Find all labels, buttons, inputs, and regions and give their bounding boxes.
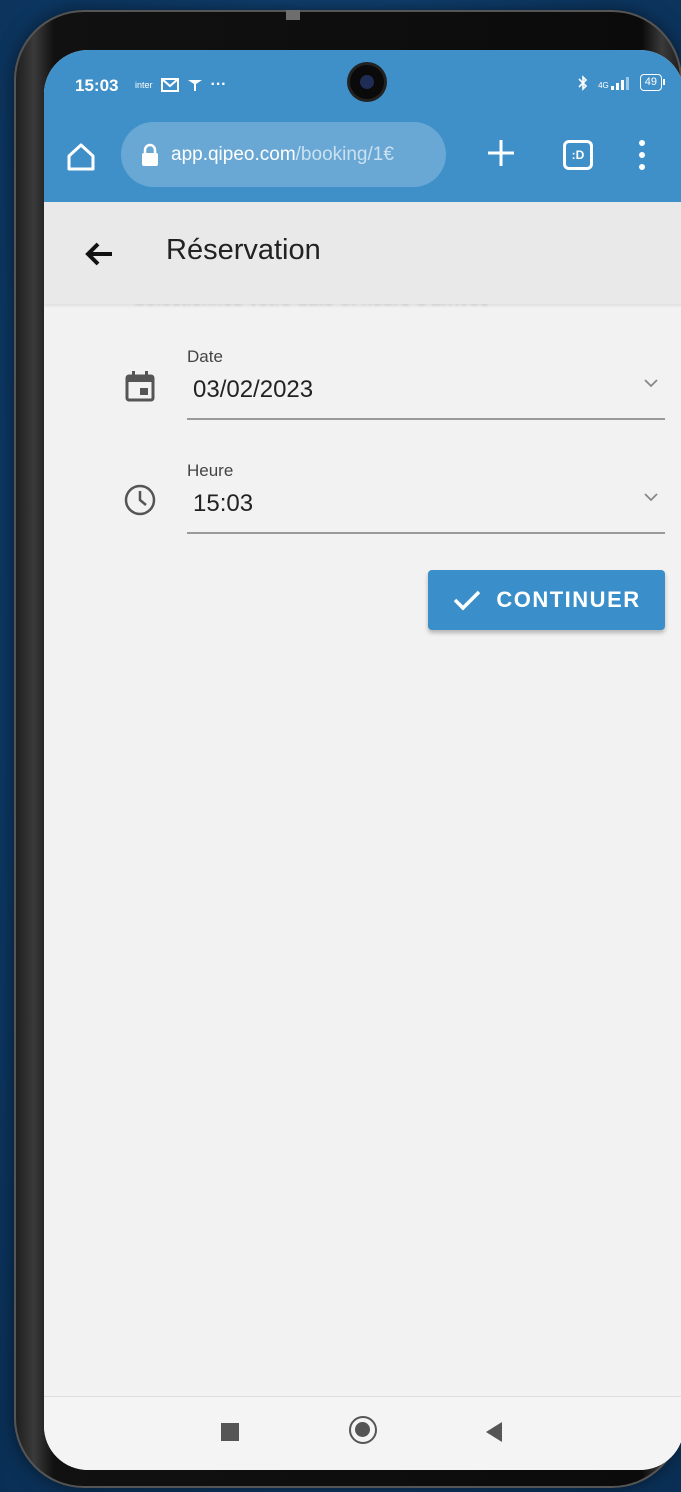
network-type: 4G: [598, 80, 609, 90]
lock-icon: [142, 143, 158, 166]
chevron-down-icon[interactable]: [642, 377, 660, 389]
back-nav-icon[interactable]: [486, 1422, 502, 1442]
time-value[interactable]: 15:03: [193, 490, 253, 518]
new-tab-icon[interactable]: [484, 136, 518, 170]
phone-frame: 15:03 inter ··· 4G 49 app.qipeo.com /boo…: [14, 10, 681, 1488]
url-host: app.qipeo.com: [171, 143, 296, 165]
mail-icon: [160, 78, 179, 92]
back-arrow-icon[interactable]: [84, 238, 116, 270]
front-camera: [350, 65, 384, 99]
tab-switcher-button[interactable]: :D: [563, 140, 593, 170]
date-label: Date: [187, 347, 223, 366]
browser-menu-icon[interactable]: [634, 138, 650, 172]
signal-icon: [610, 76, 629, 90]
page-title: Réservation: [166, 234, 321, 266]
more-notifications-icon: ···: [210, 76, 227, 93]
home-icon[interactable]: [66, 142, 96, 172]
clock-icon: [124, 484, 156, 516]
browser-chrome: 15:03 inter ··· 4G 49 app.qipeo.com /boo…: [44, 50, 681, 202]
phone-screen: 15:03 inter ··· 4G 49 app.qipeo.com /boo…: [44, 50, 681, 1470]
status-icons-right: 4G 49: [578, 74, 666, 91]
continue-button[interactable]: CONTINUER: [428, 570, 665, 630]
twitter-icon: [187, 80, 202, 91]
calendar-icon: [125, 371, 155, 402]
url-bar-row: app.qipeo.com/booking/1€ :D: [44, 122, 681, 190]
status-bar: 15:03 inter ··· 4G 49: [44, 50, 681, 114]
phone-top-button: [286, 10, 300, 20]
inter-notification-icon: inter: [135, 80, 153, 90]
check-icon: [454, 590, 481, 611]
system-nav-bar: [44, 1396, 681, 1470]
network-indicator: 4G: [598, 76, 630, 90]
notification-icons: inter ···: [135, 76, 227, 94]
time-label: Heure: [187, 461, 234, 480]
date-underline: [187, 418, 665, 420]
app-bar: Réservation: [44, 202, 681, 304]
url-path: /booking/1€: [295, 143, 394, 165]
bluetooth-icon: [578, 74, 588, 91]
time-underline: [187, 532, 665, 534]
status-time: 15:03: [75, 76, 119, 95]
home-nav-icon[interactable]: [349, 1416, 377, 1444]
date-value[interactable]: 03/02/2023: [193, 376, 313, 404]
recent-apps-icon[interactable]: [221, 1423, 239, 1441]
url-bar[interactable]: app.qipeo.com/booking/1€: [121, 122, 446, 187]
continue-label: CONTINUER: [496, 587, 641, 612]
battery-indicator: 49: [639, 74, 666, 91]
chevron-down-icon[interactable]: [642, 491, 660, 503]
